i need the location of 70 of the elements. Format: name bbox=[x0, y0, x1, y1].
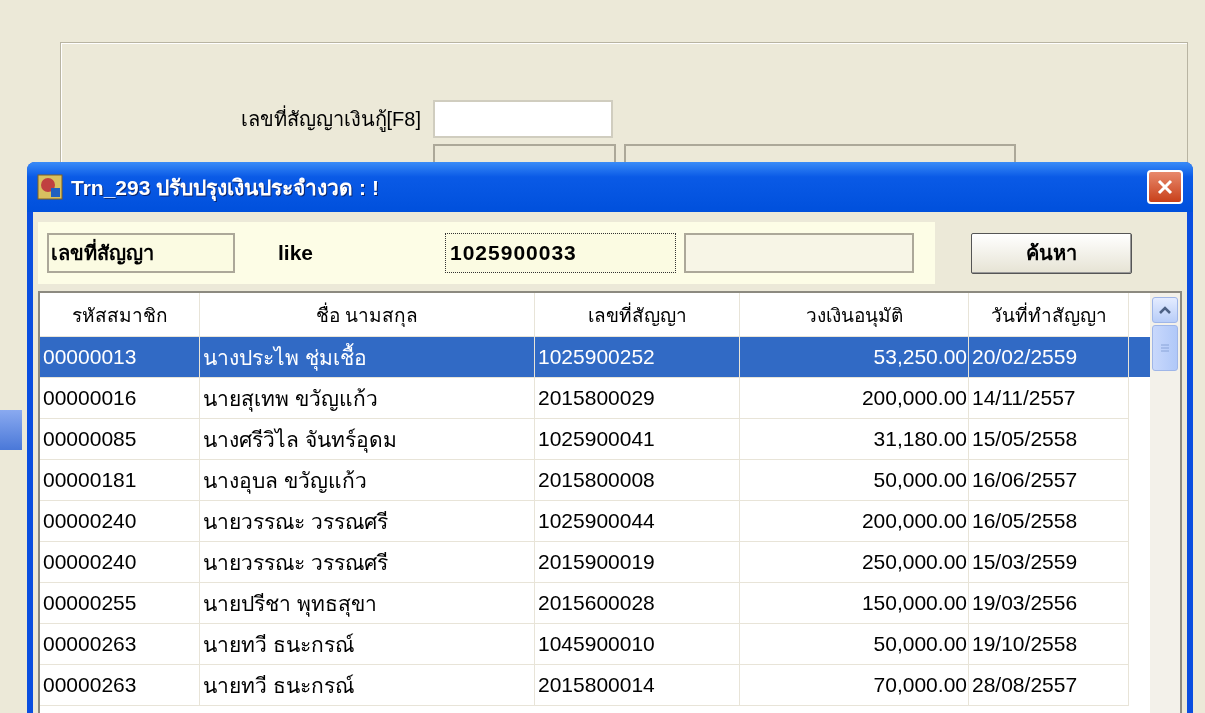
table-cell: 200,000.00 bbox=[740, 501, 969, 542]
table-cell: นายวรรณะ วรรณศรี bbox=[200, 501, 535, 542]
table-cell: นายปรีชา พุทธสุขา bbox=[200, 583, 535, 624]
table-cell: นายวรรณะ วรรณศรี bbox=[200, 542, 535, 583]
table-cell: 14/11/2557 bbox=[969, 378, 1129, 419]
field-label: เลขที่สัญญาเงินกู้[F8] bbox=[61, 103, 433, 135]
table-cell: 00000240 bbox=[40, 542, 200, 583]
table-cell: 50,000.00 bbox=[740, 460, 969, 501]
input-field[interactable] bbox=[684, 233, 914, 273]
caret-up-icon bbox=[1158, 305, 1172, 315]
scrollbar-thumb[interactable] bbox=[1152, 325, 1178, 371]
table-row[interactable]: 00000016 นายสุเทพ ขวัญแก้ว 2015800029 200,000.00 14/11/2557 bbox=[40, 378, 1150, 419]
table-cell: 1045900010 bbox=[535, 624, 740, 665]
table-cell: นางประไพ ชุ่มเชื้อ bbox=[200, 337, 535, 378]
table-cell: 1025900252 bbox=[535, 337, 740, 378]
table-cell: 00000255 bbox=[40, 583, 200, 624]
table-cell: 20/02/2559 bbox=[969, 337, 1129, 378]
table-cell: 2015800014 bbox=[535, 665, 740, 706]
table-cell: 1025900044 bbox=[535, 501, 740, 542]
input-field[interactable] bbox=[433, 100, 613, 138]
table-cell: 31,180.00 bbox=[740, 419, 969, 460]
grip-icon bbox=[1160, 343, 1170, 353]
scroll-up-button[interactable] bbox=[1152, 297, 1178, 323]
close-icon bbox=[1155, 177, 1175, 197]
table-row[interactable]: 00000013 นางประไพ ชุ่มเชื้อ 1025900252 53,250.00 20/02/2559 bbox=[40, 337, 1150, 378]
table-row[interactable]: 00000240 นายวรรณะ วรรณศรี 1025900044 200,000.00 16/05/2558 bbox=[40, 501, 1150, 542]
table-cell: นางอุบล ขวัญแก้ว bbox=[200, 460, 535, 501]
table-row[interactable]: 00000263 นายทวี ธนะกรณ์ 1045900010 50,000.00 19/10/2558 bbox=[40, 624, 1150, 665]
table-cell: 70,000.00 bbox=[740, 665, 969, 706]
table-cell: 19/10/2558 bbox=[969, 624, 1129, 665]
table-cell: 50,000.00 bbox=[740, 624, 969, 665]
operator-label: like bbox=[278, 241, 315, 265]
close-button[interactable] bbox=[1147, 170, 1183, 204]
table-cell: 1025900041 bbox=[535, 419, 740, 460]
table-cell: 2015600028 bbox=[535, 583, 740, 624]
table-row[interactable]: 00000255 นายปรีชา พุทธสุขา 2015600028 150,000.00 19/03/2556 bbox=[40, 583, 1150, 624]
table-cell: 28/08/2557 bbox=[969, 665, 1129, 706]
table-cell: 16/06/2557 bbox=[969, 460, 1129, 501]
table-cell: 53,250.00 bbox=[740, 337, 969, 378]
table-row[interactable]: 00000181 นางอุบล ขวัญแก้ว 2015800008 50,000.00 16/06/2557 bbox=[40, 460, 1150, 501]
table-row[interactable]: 00000240 นายวรรณะ วรรณศรี 2015900019 250,000.00 15/03/2559 bbox=[40, 542, 1150, 583]
table-cell: นางศรีวิไล จันทร์อุดม bbox=[200, 419, 535, 460]
table-cell: 15/05/2558 bbox=[969, 419, 1129, 460]
table-cell: 00000263 bbox=[40, 665, 200, 706]
window-title: Trn_293 ปรับปรุงเงินประจำงวด : ! bbox=[71, 174, 380, 203]
table-cell: 00000240 bbox=[40, 501, 200, 542]
table-cell: 19/03/2556 bbox=[969, 583, 1129, 624]
table-row[interactable]: 00000085 นางศรีวิไล จันทร์อุดม 1025900041 31,180.00 15/05/2558 bbox=[40, 419, 1150, 460]
table-row[interactable]: 00000263 นายทวี ธนะกรณ์ 2015800014 70,000.00 28/08/2557 bbox=[40, 665, 1150, 706]
table-cell: 2015800029 bbox=[535, 378, 740, 419]
table-cell: นายทวี ธนะกรณ์ bbox=[200, 624, 535, 665]
table-cell: 2015900019 bbox=[535, 542, 740, 583]
table-cell: 00000016 bbox=[40, 378, 200, 419]
table-cell: 150,000.00 bbox=[740, 583, 969, 624]
search-button[interactable]: ค้นหา bbox=[971, 232, 1132, 274]
app-icon bbox=[37, 174, 63, 200]
table-cell: 15/03/2559 bbox=[969, 542, 1129, 583]
table-cell: 00000181 bbox=[40, 460, 200, 501]
table-cell: 200,000.00 bbox=[740, 378, 969, 419]
table-cell: 00000085 bbox=[40, 419, 200, 460]
table-cell: 250,000.00 bbox=[740, 542, 969, 583]
field-select[interactable]: เลขที่สัญญา bbox=[47, 233, 235, 273]
table-cell: 00000013 bbox=[40, 337, 200, 378]
table-cell: นายทวี ธนะกรณ์ bbox=[200, 665, 535, 706]
side-tab[interactable] bbox=[0, 410, 22, 450]
table-cell: นายสุเทพ ขวัญแก้ว bbox=[200, 378, 535, 419]
table-cell: 2015800008 bbox=[535, 460, 740, 501]
search-field[interactable]: 1025900033 bbox=[445, 233, 676, 273]
table-cell: 00000263 bbox=[40, 624, 200, 665]
table-cell: 16/05/2558 bbox=[969, 501, 1129, 542]
